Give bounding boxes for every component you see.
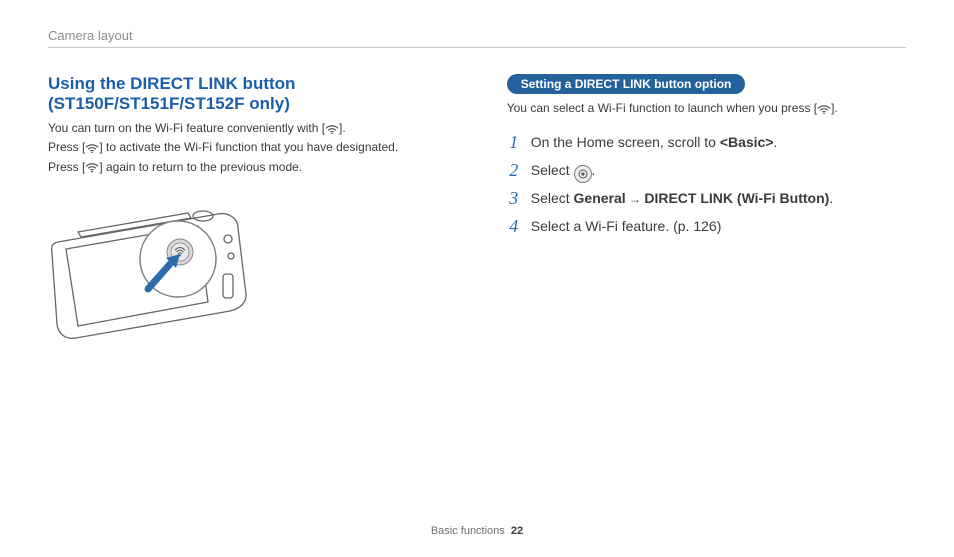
- right-intro: You can select a Wi-Fi function to launc…: [507, 100, 906, 117]
- t: Select: [531, 190, 574, 206]
- bold-basic: <Basic>: [720, 134, 774, 150]
- p3-b: ] again to return to the previous mode.: [99, 160, 302, 174]
- wifi-icon: [85, 142, 99, 154]
- step-text: Select a Wi-Fi feature. (p. 126): [531, 215, 722, 239]
- t: Select: [531, 162, 574, 178]
- wifi-icon: [85, 162, 99, 174]
- page-footer: Basic functions 22: [0, 525, 954, 537]
- steps-list: 1 On the Home screen, scroll to <Basic>.…: [507, 131, 906, 238]
- wifi-icon: [325, 123, 339, 135]
- t: .: [829, 190, 833, 206]
- step-number: 1: [507, 131, 521, 154]
- settings-dial-icon: [574, 165, 592, 183]
- footer-label: Basic functions: [431, 525, 505, 537]
- two-column-layout: Using the DIRECT LINK button (ST150F/ST1…: [48, 74, 906, 344]
- p2-a: Press [: [48, 140, 85, 154]
- camera-illustration: [48, 194, 268, 344]
- step-1: 1 On the Home screen, scroll to <Basic>.: [507, 131, 906, 155]
- section-header: Camera layout: [48, 28, 906, 48]
- t: .: [774, 134, 778, 150]
- step-4: 4 Select a Wi-Fi feature. (p. 126): [507, 215, 906, 239]
- subheading-pill: Setting a DIRECT LINK button option: [507, 74, 746, 94]
- p1-a: You can turn on the Wi-Fi feature conven…: [48, 121, 325, 135]
- page-number: 22: [511, 525, 523, 537]
- ri-b: ].: [831, 101, 838, 115]
- step-3: 3 Select General → DIRECT LINK (Wi-Fi Bu…: [507, 187, 906, 211]
- intro-para-2: Press [ ] to activate the Wi-Fi function…: [48, 139, 467, 156]
- right-column: Setting a DIRECT LINK button option You …: [507, 74, 906, 344]
- intro-para-1: You can turn on the Wi-Fi feature conven…: [48, 120, 467, 137]
- ri-a: You can select a Wi-Fi function to launc…: [507, 101, 817, 115]
- p3-a: Press [: [48, 160, 85, 174]
- t: On the Home screen, scroll to: [531, 134, 720, 150]
- bold-general: General: [574, 190, 626, 206]
- heading-direct-link: Using the DIRECT LINK button (ST150F/ST1…: [48, 74, 467, 114]
- wifi-icon: [817, 103, 831, 115]
- bold-direct-link: DIRECT LINK (Wi-Fi Button): [644, 190, 829, 206]
- t: .: [592, 162, 596, 178]
- intro-para-3: Press [ ] again to return to the previou…: [48, 159, 467, 176]
- manual-page: Camera layout Using the DIRECT LINK butt…: [0, 0, 954, 557]
- step-text: Select General → DIRECT LINK (Wi-Fi Butt…: [531, 187, 833, 211]
- left-column: Using the DIRECT LINK button (ST150F/ST1…: [48, 74, 467, 344]
- step-2: 2 Select .: [507, 159, 906, 183]
- step-number: 2: [507, 159, 521, 182]
- p1-b: ].: [339, 121, 346, 135]
- p2-b: ] to activate the Wi-Fi function that yo…: [99, 140, 398, 154]
- step-number: 3: [507, 187, 521, 210]
- step-text: Select .: [531, 159, 596, 183]
- step-text: On the Home screen, scroll to <Basic>.: [531, 131, 778, 155]
- step-number: 4: [507, 215, 521, 238]
- arrow-icon: →: [626, 192, 645, 206]
